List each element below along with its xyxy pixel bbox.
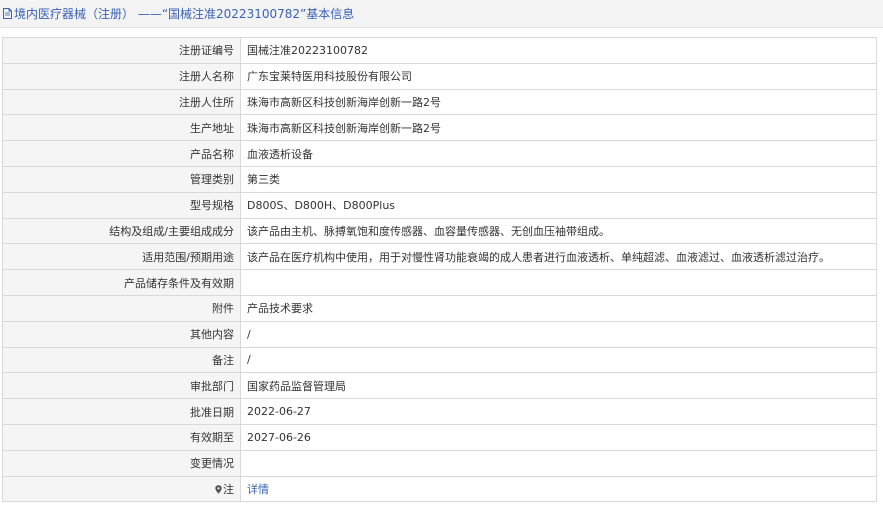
row-label: 备注 [2, 346, 241, 374]
table-row: 备注 / [2, 346, 877, 374]
row-value: / [240, 346, 877, 374]
row-value: 血液透析设备 [240, 140, 877, 167]
row-label: 产品储存条件及有效期 [2, 269, 241, 296]
table-row: 批准日期 2022-06-27 [2, 398, 877, 425]
row-value: D800S、D800H、D800Plus [240, 191, 877, 219]
row-label: 有效期至 [2, 423, 241, 451]
row-value [240, 449, 877, 477]
table-row: 管理类别 第三类 [2, 165, 877, 193]
table-row: 注册证编号 国械注准20223100782 [2, 37, 877, 64]
table-row: 注册人住所 珠海市高新区科技创新海岸创新一路2号 [2, 88, 877, 116]
row-value: 国械注准20223100782 [240, 37, 877, 64]
row-label: 注册人名称 [2, 62, 241, 90]
table-row: 适用范围/预期用途 该产品在医疗机构中使用，用于对慢性肾功能衰竭的成人患者进行血… [2, 243, 877, 271]
row-value [240, 269, 877, 296]
row-label: 管理类别 [2, 165, 241, 193]
table-row: 型号规格 D800S、D800H、D800Plus [2, 191, 877, 219]
row-label: 适用范围/预期用途 [2, 243, 241, 271]
info-table: 注册证编号 国械注准20223100782 注册人名称 广东宝莱特医用科技股份有… [2, 37, 877, 503]
note-label-cell: 注 [2, 475, 241, 503]
note-value-cell: 详情 [240, 475, 877, 503]
details-link[interactable]: 详情 [247, 483, 269, 496]
row-label: 附件 [2, 294, 241, 322]
table-row: 附件 产品技术要求 [2, 294, 877, 322]
row-label: 审批部门 [2, 372, 241, 400]
row-value: 广东宝莱特医用科技股份有限公司 [240, 62, 877, 90]
row-value: 该产品由主机、脉搏氧饱和度传感器、血容量传感器、无创血压袖带组成。 [240, 217, 877, 245]
row-label: 注册人住所 [2, 88, 241, 116]
row-label: 注册证编号 [2, 37, 241, 64]
page-header: 境内医疗器械（注册） ——“国械注准20223100782”基本信息 [0, 0, 883, 28]
row-label: 其他内容 [2, 320, 241, 348]
table-row: 生产地址 珠海市高新区科技创新海岸创新一路2号 [2, 114, 877, 142]
row-value: 2022-06-27 [240, 398, 877, 425]
row-label: 变更情况 [2, 449, 241, 477]
row-label: 结构及组成/主要组成成分 [2, 217, 241, 245]
row-value: 2027-06-26 [240, 423, 877, 451]
row-value: 该产品在医疗机构中使用，用于对慢性肾功能衰竭的成人患者进行血液透析、单纯超滤、血… [240, 243, 877, 271]
table-row: 其他内容 / [2, 320, 877, 348]
row-label: 生产地址 [2, 114, 241, 142]
document-icon [3, 8, 12, 19]
table-row-note: 注 详情 [2, 475, 877, 503]
page-title: 境内医疗器械（注册） ——“国械注准20223100782”基本信息 [14, 7, 355, 21]
row-value: 珠海市高新区科技创新海岸创新一路2号 [240, 88, 877, 116]
row-label: 型号规格 [2, 191, 241, 219]
table-row: 产品名称 血液透析设备 [2, 140, 877, 167]
table-row: 变更情况 [2, 449, 877, 477]
row-label: 产品名称 [2, 140, 241, 167]
table-row: 产品储存条件及有效期 [2, 269, 877, 296]
row-value: 国家药品监督管理局 [240, 372, 877, 400]
row-value: 产品技术要求 [240, 294, 877, 322]
row-value: 第三类 [240, 165, 877, 193]
row-value: / [240, 320, 877, 348]
table-row: 结构及组成/主要组成成分 该产品由主机、脉搏氧饱和度传感器、血容量传感器、无创血… [2, 217, 877, 245]
table-row: 有效期至 2027-06-26 [2, 423, 877, 451]
row-label: 批准日期 [2, 398, 241, 425]
table-row: 注册人名称 广东宝莱特医用科技股份有限公司 [2, 62, 877, 90]
row-value: 珠海市高新区科技创新海岸创新一路2号 [240, 114, 877, 142]
table-row: 审批部门 国家药品监督管理局 [2, 372, 877, 400]
note-label: 注 [223, 482, 234, 496]
pin-icon [215, 485, 222, 494]
